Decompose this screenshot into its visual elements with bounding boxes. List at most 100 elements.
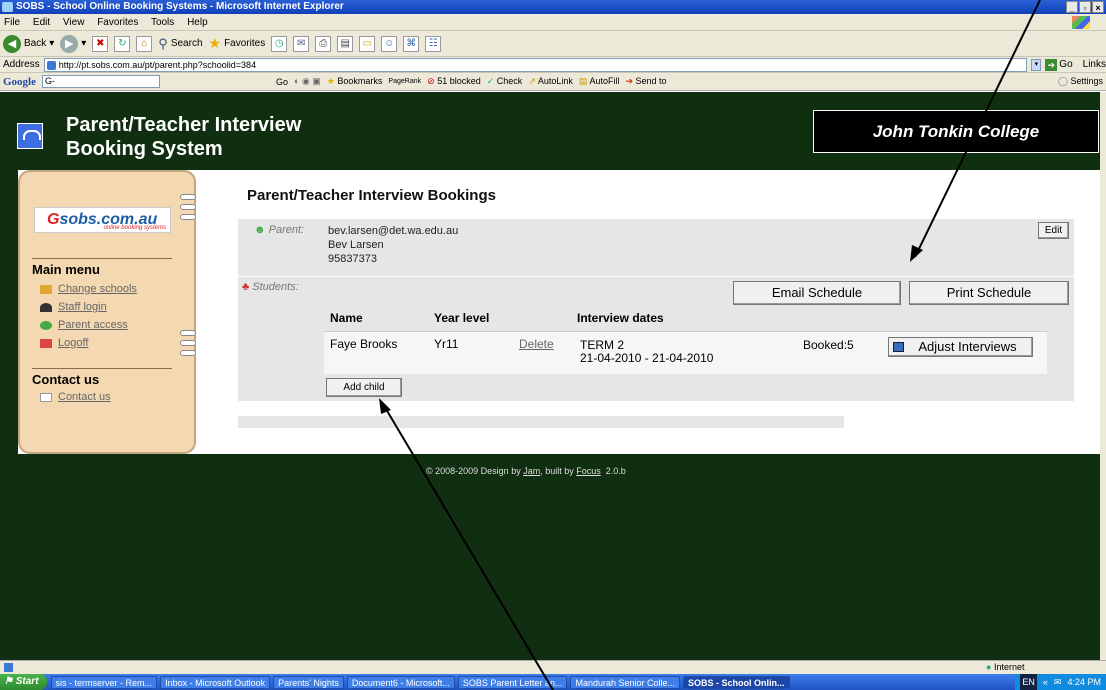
sidebar-item-parent-access[interactable]: Parent access (40, 319, 128, 331)
edit-icon[interactable]: ▤ (337, 35, 354, 52)
add-child-button[interactable]: Add child (326, 378, 402, 397)
menu-view[interactable]: View (63, 17, 85, 28)
mail-icon[interactable]: ✉ (293, 35, 310, 52)
address-input[interactable]: http://pt.sobs.com.au/pt/parent.php?scho… (43, 57, 1028, 72)
print-icon[interactable]: ⎙ (315, 35, 332, 52)
start-button[interactable]: ⚑ Start (0, 674, 47, 690)
menu-favorites[interactable]: Favorites (97, 17, 138, 28)
sidebar-item-change-schools[interactable]: Change schools (40, 283, 137, 295)
taskbar-item[interactable]: Parents' Nights (273, 675, 344, 689)
autolink-icon: ↗ (528, 76, 536, 86)
check-icon: ✓ (486, 76, 495, 86)
messenger-icon[interactable]: ☺ (381, 35, 398, 52)
forward-arrow-icon: ▶ (60, 34, 79, 53)
menu-help[interactable]: Help (187, 17, 208, 28)
stop-icon[interactable]: ✖ (92, 35, 109, 52)
discuss-icon[interactable]: ☷ (425, 35, 442, 52)
popup-blocked-indicator[interactable]: ⊘ 51 blocked (427, 76, 481, 87)
google-search-input[interactable]: G- (42, 75, 160, 88)
user-icon (40, 320, 52, 330)
site-title: Parent/Teacher Interview Booking System (66, 114, 302, 160)
window-title-bar: SOBS - School Online Booking Systems - M… (0, 0, 1106, 14)
pagerank-button[interactable]: PageRank (388, 78, 421, 85)
history-icon[interactable]: ◷ (271, 35, 288, 52)
autofill-button[interactable]: ▤ AutoFill (579, 76, 620, 87)
parent-icon: ☻ (254, 224, 266, 236)
taskbar-item[interactable]: Document6 - Microsoft... (346, 675, 455, 689)
google-go-button[interactable]: Go (276, 77, 288, 87)
column-header-name: Name (330, 311, 363, 325)
globe-icon: ● (986, 662, 992, 672)
college-name: John Tonkin College (813, 110, 1099, 153)
browser-toolbar: ◀ Back ▾ ▶ ▾ ✖ ↻ ⌂ ⚲ Search ★ Favorites ◷ ✉ ⎙… (0, 31, 1106, 57)
student-name: Faye Brooks (330, 337, 398, 351)
page-status-icon (4, 663, 13, 672)
go-button[interactable]: ➔ Go (1045, 58, 1073, 71)
back-button[interactable]: ◀ Back ▾ (3, 34, 54, 53)
sendto-button[interactable]: ➔ Send to (625, 76, 666, 87)
address-dropdown-icon[interactable]: ▾ (1031, 58, 1042, 71)
tray-expand-icon[interactable]: « (1043, 674, 1048, 690)
google-brand[interactable]: Google (3, 76, 36, 88)
go-arrow-icon: ➔ (1045, 58, 1058, 71)
bookmarks-button[interactable]: ★ Bookmarks (327, 76, 383, 87)
sidebar-item-logoff[interactable]: Logoff (40, 337, 88, 349)
page-scrollbar[interactable] (1100, 92, 1106, 660)
jam-link[interactable]: Jam (523, 466, 540, 476)
binder-ring-icon (180, 340, 196, 346)
students-icon: ♣ (242, 281, 250, 293)
binder-ring-icon (180, 194, 196, 200)
taskbar-item[interactable]: Mandurah Senior Colle... (570, 675, 681, 689)
minimize-button[interactable]: _ (1066, 1, 1078, 13)
parent-details: bev.larsen@det.wa.edu.au Bev Larsen 9583… (328, 224, 458, 266)
sobs-logo[interactable]: Gsobs.com.au online booking systems (34, 207, 171, 233)
adjust-interviews-button[interactable]: Adjust Interviews (888, 337, 1033, 357)
page-heading: Parent/Teacher Interview Bookings (247, 187, 496, 204)
status-bar: ● Internet (0, 660, 1106, 674)
focus-link[interactable]: Focus (576, 466, 601, 476)
autofill-icon: ▤ (578, 76, 588, 86)
column-header-year: Year level (434, 311, 490, 325)
back-arrow-icon: ◀ (3, 34, 21, 53)
home-icon[interactable]: ⌂ (136, 35, 153, 52)
calendar-icon (893, 342, 904, 352)
google-settings-button[interactable]: ◯ Settings (1058, 76, 1103, 87)
refresh-icon[interactable]: ↻ (114, 35, 131, 52)
menu-tools[interactable]: Tools (151, 17, 174, 28)
delete-student-link[interactable]: Delete (519, 337, 554, 351)
print-schedule-button[interactable]: Print Schedule (909, 281, 1069, 305)
interview-dates: TERM 2 21-04-2010 - 21-04-2010 (580, 339, 713, 365)
menu-file[interactable]: File (4, 17, 20, 28)
language-indicator[interactable]: EN (1020, 674, 1037, 690)
email-schedule-button[interactable]: Email Schedule (733, 281, 901, 305)
research-icon[interactable]: ⌘ (403, 35, 420, 52)
google-option-icons[interactable]: ◐ ◉ ▣ (294, 76, 321, 87)
autolink-button[interactable]: ↗ AutoLink (528, 76, 573, 87)
taskbar-item[interactable]: SOBS Parent Letter an... (457, 675, 568, 689)
sendto-icon: ➔ (625, 76, 633, 86)
maximize-button[interactable]: ▫ (1079, 1, 1091, 13)
folder-icon[interactable]: ▭ (359, 35, 376, 52)
close-button[interactable]: × (1092, 1, 1104, 13)
parent-name: Bev Larsen (328, 239, 384, 251)
forward-button[interactable]: ▶ ▾ (60, 34, 86, 53)
parent-phone: 95837373 (328, 253, 377, 265)
taskbar-item[interactable]: sis - termserver - Rem... (50, 675, 158, 689)
favorites-button[interactable]: ★ Favorites (209, 35, 266, 52)
spellcheck-button[interactable]: ✓ Check (487, 76, 523, 87)
sidebar-item-staff-login[interactable]: Staff login (40, 301, 107, 313)
taskbar-item[interactable]: Inbox - Microsoft Outlook (160, 675, 271, 689)
main-menu-heading: Main menu (32, 258, 172, 277)
booked-count: Booked:5 (803, 338, 854, 352)
menu-edit[interactable]: Edit (33, 17, 50, 28)
tray-mail-icon[interactable]: ✉ (1054, 674, 1062, 690)
search-button[interactable]: ⚲ Search (158, 36, 202, 52)
settings-icon: ◯ (1057, 76, 1068, 86)
edit-parent-button[interactable]: Edit (1038, 222, 1069, 239)
footer: © 2008-2009 Design by Jam, built by Focu… (426, 466, 626, 476)
contact-us-link[interactable]: Contact us (40, 391, 111, 403)
people-logo-icon (17, 123, 43, 149)
empty-bar (238, 416, 844, 428)
taskbar-item-active[interactable]: SOBS - School Onlin... (683, 675, 790, 689)
links-button[interactable]: Links (1083, 59, 1106, 70)
